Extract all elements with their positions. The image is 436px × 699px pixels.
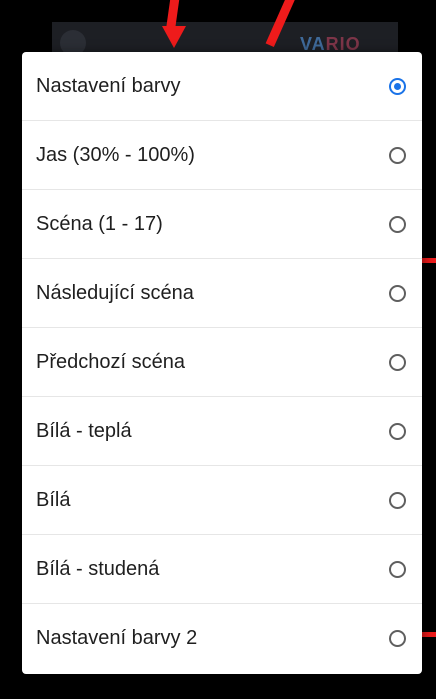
option-nastaveni-barvy-2[interactable]: Nastavení barvy 2 [22, 604, 422, 673]
radio-button[interactable] [389, 491, 406, 509]
option-label: Scéna (1 - 17) [36, 212, 163, 235]
radio-button[interactable] [389, 284, 406, 302]
option-predchozi-scena[interactable]: Předchozí scéna [22, 328, 422, 397]
radio-button[interactable] [389, 630, 406, 647]
option-label: Následující scéna [36, 281, 194, 304]
screen: VARIO Nastavení barvy Jas (30% - 100%) S… [0, 0, 436, 699]
option-label: Předchozí scéna [36, 350, 185, 373]
radio-button[interactable] [389, 353, 406, 371]
radio-button[interactable] [389, 560, 406, 578]
option-label: Bílá [36, 488, 71, 511]
option-bila-studena[interactable]: Bílá - studená [22, 535, 422, 604]
option-nastaveni-barvy[interactable]: Nastavení barvy [22, 52, 422, 121]
option-nasledujici-scena[interactable]: Následující scéna [22, 259, 422, 328]
radio-button[interactable] [389, 146, 406, 164]
option-label: Nastavení barvy 2 [36, 627, 198, 649]
radio-button-selected[interactable] [389, 77, 406, 95]
option-label: Nastavení barvy [36, 74, 181, 97]
options-dialog: Nastavení barvy Jas (30% - 100%) Scéna (… [22, 52, 422, 674]
option-bila-tepla[interactable]: Bílá - teplá [22, 397, 422, 466]
radio-button[interactable] [389, 215, 406, 233]
annotation-arrow-head [162, 26, 186, 48]
option-jas[interactable]: Jas (30% - 100%) [22, 121, 422, 190]
option-label: Jas (30% - 100%) [36, 143, 195, 166]
option-scena[interactable]: Scéna (1 - 17) [22, 190, 422, 259]
option-bila[interactable]: Bílá [22, 466, 422, 535]
radio-button[interactable] [389, 422, 406, 440]
option-label: Bílá - studená [36, 557, 160, 580]
option-label: Bílá - teplá [36, 419, 132, 442]
